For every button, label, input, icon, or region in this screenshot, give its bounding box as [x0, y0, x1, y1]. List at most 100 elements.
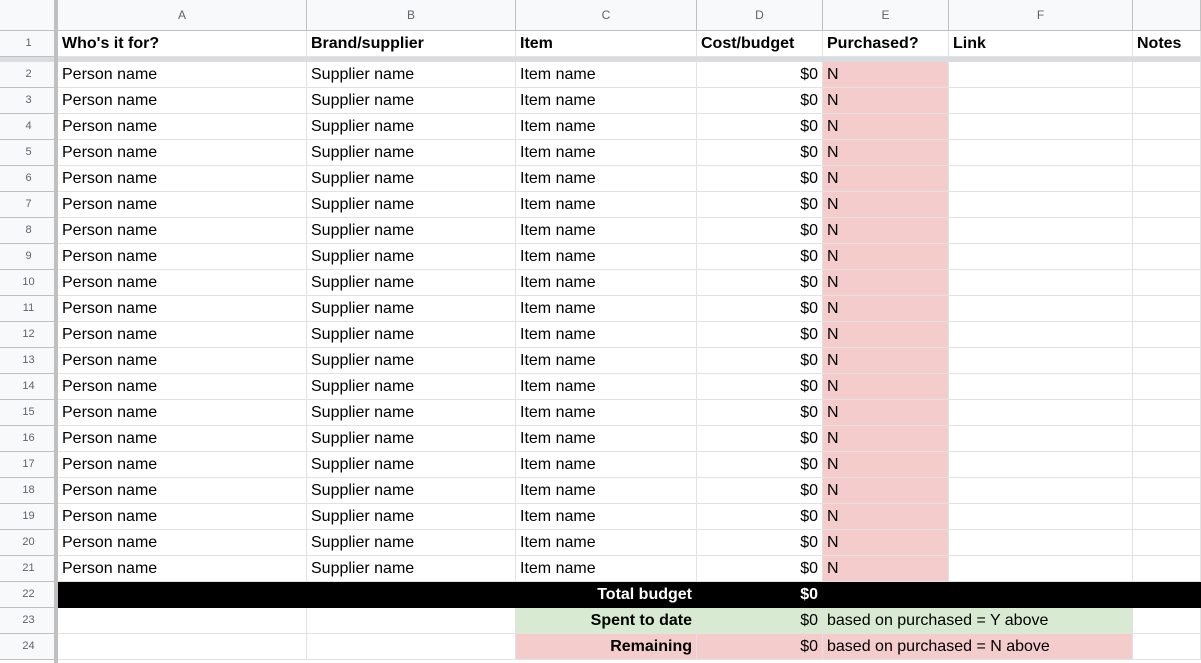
notes-cell[interactable]	[1133, 88, 1201, 114]
person-cell[interactable]: Person name	[58, 530, 307, 556]
cost-cell[interactable]: $0	[697, 218, 823, 244]
item-cell[interactable]: Item name	[516, 374, 697, 400]
notes-cell[interactable]	[1133, 530, 1201, 556]
notes-cell[interactable]	[1133, 634, 1201, 660]
cost-cell[interactable]: $0	[697, 166, 823, 192]
empty-cell[interactable]	[58, 582, 307, 608]
supplier-cell[interactable]: Supplier name	[307, 218, 516, 244]
notes-cell[interactable]	[1133, 400, 1201, 426]
notes-cell[interactable]	[1133, 452, 1201, 478]
link-cell[interactable]	[949, 322, 1133, 348]
purchased-cell[interactable]: N	[823, 114, 949, 140]
purchased-cell[interactable]: N	[823, 400, 949, 426]
cost-cell[interactable]: $0	[697, 400, 823, 426]
notes-cell[interactable]	[1133, 374, 1201, 400]
total-budget-value[interactable]: $0	[697, 582, 823, 608]
link-cell[interactable]	[949, 400, 1133, 426]
remaining-label[interactable]: Remaining	[516, 634, 697, 660]
link-cell[interactable]	[949, 556, 1133, 582]
spent-to-date-note[interactable]: based on purchased = Y above	[823, 608, 1133, 634]
item-cell[interactable]: Item name	[516, 296, 697, 322]
notes-cell[interactable]	[1133, 192, 1201, 218]
cost-cell[interactable]: $0	[697, 140, 823, 166]
link-cell[interactable]	[949, 478, 1133, 504]
notes-cell[interactable]	[1133, 114, 1201, 140]
notes-cell[interactable]	[1133, 244, 1201, 270]
total-budget-label[interactable]: Total budget	[516, 582, 697, 608]
purchased-cell[interactable]: N	[823, 62, 949, 88]
link-cell[interactable]	[949, 244, 1133, 270]
cost-cell[interactable]: $0	[697, 322, 823, 348]
empty-cell[interactable]	[949, 582, 1133, 608]
cost-cell[interactable]: $0	[697, 88, 823, 114]
supplier-cell[interactable]: Supplier name	[307, 296, 516, 322]
link-cell[interactable]	[949, 504, 1133, 530]
item-cell[interactable]: Item name	[516, 322, 697, 348]
cost-cell[interactable]: $0	[697, 348, 823, 374]
cost-cell[interactable]: $0	[697, 296, 823, 322]
purchased-cell[interactable]: N	[823, 140, 949, 166]
row-header[interactable]: 4	[0, 114, 58, 140]
item-cell[interactable]: Item name	[516, 556, 697, 582]
supplier-cell[interactable]: Supplier name	[307, 244, 516, 270]
empty-cell[interactable]	[58, 634, 307, 660]
cost-cell[interactable]: $0	[697, 192, 823, 218]
purchased-cell[interactable]: N	[823, 348, 949, 374]
empty-cell[interactable]	[307, 634, 516, 660]
cost-cell[interactable]: $0	[697, 270, 823, 296]
row-header[interactable]: 5	[0, 140, 58, 166]
row-header[interactable]: 19	[0, 504, 58, 530]
person-cell[interactable]: Person name	[58, 88, 307, 114]
supplier-cell[interactable]: Supplier name	[307, 374, 516, 400]
cost-cell[interactable]: $0	[697, 556, 823, 582]
item-cell[interactable]: Item name	[516, 452, 697, 478]
link-cell[interactable]	[949, 296, 1133, 322]
empty-cell[interactable]	[1133, 582, 1201, 608]
item-cell[interactable]: Item name	[516, 244, 697, 270]
person-cell[interactable]: Person name	[58, 400, 307, 426]
row-header[interactable]: 1	[0, 31, 58, 57]
cost-cell[interactable]: $0	[697, 114, 823, 140]
column-header-d[interactable]: D	[697, 0, 823, 31]
purchased-cell[interactable]: N	[823, 244, 949, 270]
frozen-row-divider[interactable]	[0, 57, 1201, 62]
person-cell[interactable]: Person name	[58, 140, 307, 166]
purchased-cell[interactable]: N	[823, 504, 949, 530]
remaining-note[interactable]: based on purchased = N above	[823, 634, 1133, 660]
row-header[interactable]: 3	[0, 88, 58, 114]
person-cell[interactable]: Person name	[58, 244, 307, 270]
row-header[interactable]: 22	[0, 582, 58, 608]
link-cell[interactable]	[949, 270, 1133, 296]
column-header-e[interactable]: E	[823, 0, 949, 31]
column-title-cell[interactable]: Brand/supplier	[307, 31, 516, 57]
supplier-cell[interactable]: Supplier name	[307, 426, 516, 452]
empty-cell[interactable]	[307, 608, 516, 634]
notes-cell[interactable]	[1133, 556, 1201, 582]
column-header-a[interactable]: A	[58, 0, 307, 31]
item-cell[interactable]: Item name	[516, 166, 697, 192]
row-header[interactable]: 11	[0, 296, 58, 322]
item-cell[interactable]: Item name	[516, 114, 697, 140]
link-cell[interactable]	[949, 140, 1133, 166]
item-cell[interactable]: Item name	[516, 504, 697, 530]
person-cell[interactable]: Person name	[58, 62, 307, 88]
column-title-cell[interactable]: Notes	[1133, 31, 1201, 57]
supplier-cell[interactable]: Supplier name	[307, 166, 516, 192]
row-header[interactable]: 23	[0, 608, 58, 634]
person-cell[interactable]: Person name	[58, 270, 307, 296]
notes-cell[interactable]	[1133, 322, 1201, 348]
purchased-cell[interactable]: N	[823, 530, 949, 556]
person-cell[interactable]: Person name	[58, 452, 307, 478]
supplier-cell[interactable]: Supplier name	[307, 88, 516, 114]
row-header[interactable]: 12	[0, 322, 58, 348]
column-header-g[interactable]	[1133, 0, 1201, 31]
cost-cell[interactable]: $0	[697, 478, 823, 504]
row-header[interactable]: 16	[0, 426, 58, 452]
row-header[interactable]: 14	[0, 374, 58, 400]
notes-cell[interactable]	[1133, 348, 1201, 374]
link-cell[interactable]	[949, 218, 1133, 244]
row-header[interactable]: 21	[0, 556, 58, 582]
item-cell[interactable]: Item name	[516, 192, 697, 218]
purchased-cell[interactable]: N	[823, 218, 949, 244]
purchased-cell[interactable]: N	[823, 452, 949, 478]
